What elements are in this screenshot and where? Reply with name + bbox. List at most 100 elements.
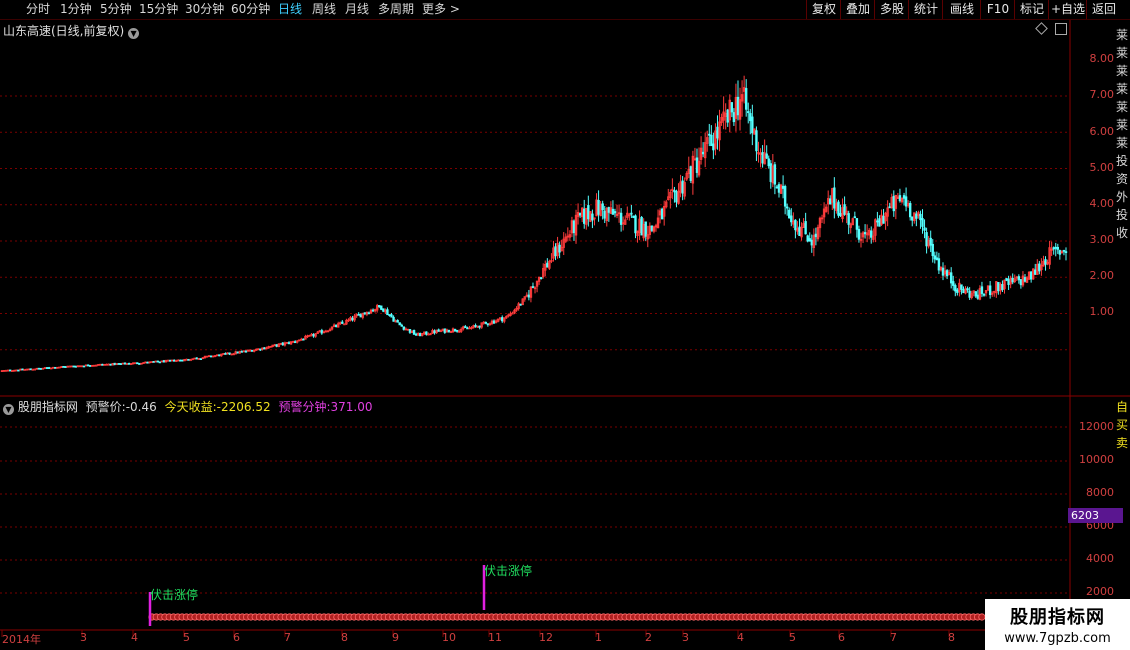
candle-body: [156, 360, 160, 363]
candle-body: [982, 293, 986, 296]
x-tick-label: 6: [233, 631, 240, 644]
candle-body: [101, 363, 104, 366]
candle-body: [933, 255, 936, 260]
candle-body: [343, 323, 346, 326]
candle-body: [173, 359, 176, 362]
candle-body: [583, 208, 586, 224]
candle-body: [935, 257, 939, 261]
candle-body: [74, 365, 78, 368]
candle-body: [929, 237, 932, 246]
candle-body: [443, 328, 447, 333]
candle-body: [765, 153, 768, 159]
candle-body: [1029, 271, 1033, 280]
candle-body: [675, 191, 678, 203]
candle-body: [1056, 246, 1059, 250]
candle-body: [736, 96, 740, 116]
candle-body: [755, 130, 758, 152]
candle-body: [810, 239, 813, 246]
candle-body: [466, 327, 469, 330]
candle-body: [134, 362, 137, 365]
candle-body: [33, 368, 37, 371]
candle-body: [785, 206, 789, 209]
candle-body: [189, 359, 192, 362]
x-tick-label: 8: [948, 631, 955, 644]
candle-body: [152, 361, 155, 363]
candle-body: [904, 196, 908, 207]
candle-body: [619, 212, 623, 225]
candle-body: [88, 365, 92, 367]
candle-body: [250, 349, 254, 352]
candle-body: [1019, 279, 1023, 286]
candle-body: [119, 363, 123, 365]
x-tick-label: 3: [80, 631, 87, 644]
x-tick-label: 1: [595, 631, 602, 644]
x-tick-label: 12: [539, 631, 553, 644]
candle-body: [921, 218, 924, 227]
candle-body: [1038, 263, 1041, 272]
candle-body: [386, 309, 389, 316]
candle-body: [650, 225, 654, 231]
candle-body: [259, 348, 262, 351]
warn-price-label: 预警价:: [85, 400, 126, 414]
candle-body: [783, 186, 787, 207]
candle-body: [853, 216, 857, 219]
cursor-value-tag: 6203: [1068, 508, 1123, 523]
candle-body: [814, 233, 818, 238]
candle-body: [486, 323, 490, 326]
candle-body: [47, 367, 51, 369]
candle-body: [701, 151, 705, 155]
candle-body: [392, 316, 395, 322]
candle-body: [158, 361, 162, 364]
candle-body: [908, 202, 912, 218]
x-tick-label: 2: [645, 631, 652, 644]
candle-body: [640, 216, 643, 236]
candle-body: [4, 369, 8, 372]
candle-body: [613, 211, 617, 214]
candle-body: [681, 180, 684, 194]
candle-body: [195, 357, 198, 360]
candle-body: [109, 363, 112, 366]
candle-body: [695, 157, 699, 173]
candle-body: [419, 333, 422, 337]
candle-body: [833, 187, 836, 209]
candle-body: [390, 314, 393, 318]
candle-body: [123, 362, 127, 365]
candle-body: [798, 226, 801, 236]
candle-body: [708, 133, 711, 136]
candle-body: [1023, 277, 1027, 282]
candle-body: [263, 347, 266, 350]
x-tick-label: 5: [183, 631, 190, 644]
candle-body: [17, 369, 20, 372]
candle-body: [281, 342, 285, 346]
candle-body: [162, 360, 166, 363]
candle-body: [531, 286, 535, 288]
candle-body: [357, 313, 360, 316]
indicator-y-tick: 2000: [1086, 585, 1114, 598]
candle-body: [363, 312, 367, 315]
candle-body: [359, 314, 362, 318]
candle-body: [447, 329, 451, 333]
candle-body: [150, 361, 153, 364]
candle-body: [11, 370, 14, 372]
candle-body: [882, 215, 885, 224]
x-tick-label: 5: [789, 631, 796, 644]
candle-body: [414, 333, 418, 336]
chevron-down-icon[interactable]: ▼: [3, 404, 14, 415]
x-tick-label: 8: [341, 631, 348, 644]
candle-body: [1011, 277, 1014, 283]
candle-body: [919, 213, 922, 221]
candle-body: [945, 270, 949, 277]
candle-body: [168, 359, 172, 362]
indicator-y-tick: 8000: [1086, 486, 1114, 499]
candle-body: [484, 321, 488, 324]
candle-body: [974, 291, 977, 297]
candle-body: [915, 213, 918, 219]
warn-minutes-value: 371.00: [330, 400, 373, 414]
candle-body: [45, 367, 49, 369]
warn-price-value: -0.46: [125, 400, 157, 414]
candle-body: [1001, 284, 1004, 291]
x-tick-label: 7: [284, 631, 291, 644]
candle-body: [54, 366, 57, 369]
candle-body: [37, 367, 41, 370]
candle-body: [870, 230, 873, 238]
